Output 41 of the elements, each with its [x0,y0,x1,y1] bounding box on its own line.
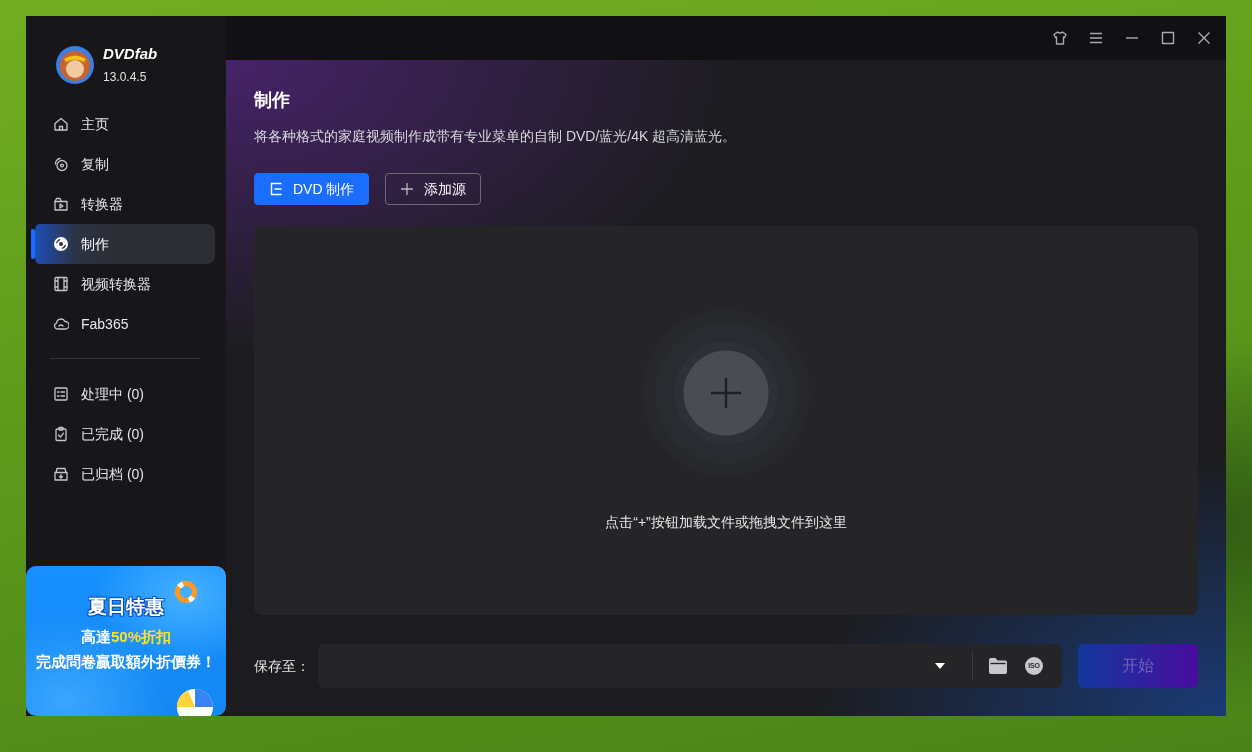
logo-icon [55,45,95,85]
maximize-icon[interactable] [1160,30,1176,46]
sidebar-item[interactable]: 视频转换器 [31,264,215,304]
caret-icon[interactable] [935,663,945,669]
discs-icon [53,156,69,172]
tray-icon [269,181,283,197]
folder-icon[interactable] [989,658,1007,674]
app-name: DVDfab [103,45,158,63]
sidebar-item[interactable]: 处理中 (0) [31,374,215,414]
promo-offer-text: 高達50%折扣 [81,627,171,647]
drop-hint-text: 点击“+”按钮加载文件或拖拽文件到这里 [605,513,847,531]
disc-icon [53,236,69,252]
film-icon [53,276,69,292]
close-icon[interactable] [1196,30,1212,46]
dvd-create-button[interactable]: DVD 制作 [254,173,370,205]
sidebar-item[interactable]: Fab365 [31,304,215,344]
sidebar-item[interactable]: 复制 [31,144,215,184]
list-icon [53,386,69,402]
save-to-label: 保存至： [254,656,311,676]
archive-icon [53,466,69,482]
drop-zone[interactable]: 点击“+”按钮加载文件或拖拽文件到这里 [254,226,1198,615]
home-icon [53,116,69,132]
menu-icon[interactable] [1088,30,1104,46]
shirt-icon[interactable] [1052,30,1068,46]
sidebar-item[interactable]: 转换器 [31,184,215,224]
add-source-button[interactable]: 添加源 [385,173,482,205]
plus-icon [710,377,742,409]
folder-play-icon [53,196,69,212]
page-title: 制作 [254,89,291,112]
swim-ring-icon [174,580,198,604]
page-description: 将各种格式的家庭视频制作成带有专业菜单的自制 DVD/蓝光/4K 超高清蓝光。 [254,127,738,146]
sidebar-item[interactable]: 主页 [31,104,215,144]
version-text: 13.0.4.5 [103,69,148,85]
plus-icon [400,182,415,196]
sidebar-item[interactable]: 已完成 (0) [31,414,215,454]
sidebar-item[interactable]: 制作 [31,224,215,264]
promo-title: 夏日特惠 [88,595,164,619]
cloud-icon [53,316,69,332]
clipboard-check-icon [53,426,69,442]
promo-note-text: 完成問卷贏取額外折價券！ [36,652,216,672]
sidebar-item[interactable]: 已归档 (0) [31,454,215,494]
